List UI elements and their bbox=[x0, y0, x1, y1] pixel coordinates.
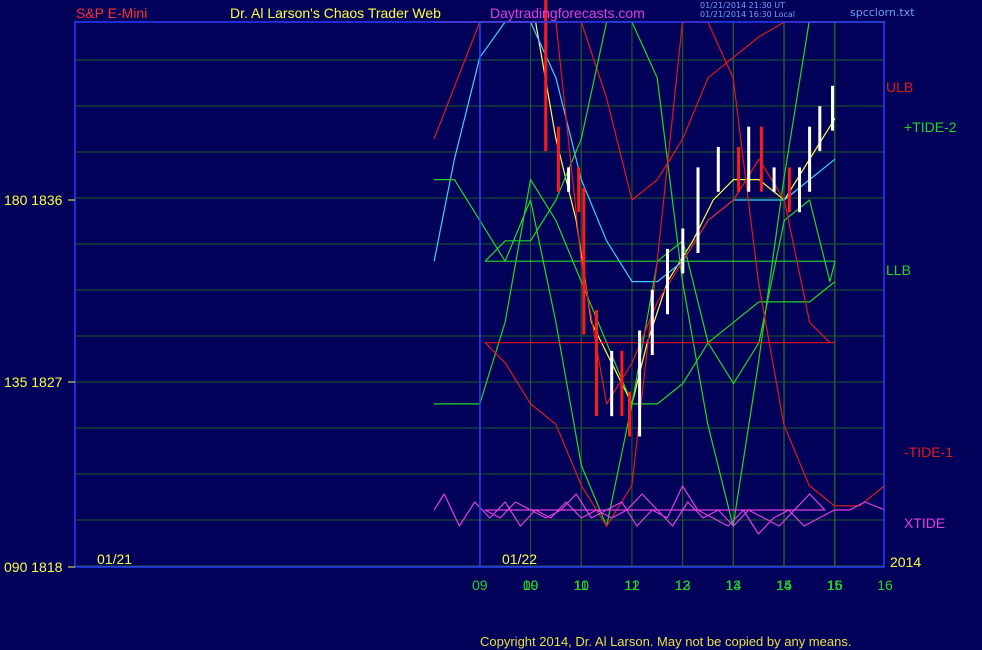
bottom-axis: 09 10 11 12 13 14 15 1609 10 11 12 13 14 15 1601/21 01/… bbox=[97, 551, 921, 593]
plot-frame bbox=[74, 21, 885, 568]
session-date-label: 01/21 bbox=[97, 551, 132, 567]
x-tick-label: 15 bbox=[827, 577, 843, 593]
series-line-xtide bbox=[433, 485, 886, 535]
right-label: LLB bbox=[886, 262, 911, 278]
timestamp-ut: 01/21/2014 21:30 UT bbox=[700, 1, 785, 10]
series-line-llb bbox=[434, 179, 836, 405]
right-label: XTIDE bbox=[904, 515, 945, 531]
right-label: -TIDE-1 bbox=[904, 444, 953, 460]
series-line-fast-average bbox=[434, 21, 836, 405]
x-tick-label: 11 bbox=[625, 577, 640, 593]
year-label: 2014 bbox=[890, 554, 921, 570]
series-layer bbox=[433, 21, 886, 535]
timestamp-local: 01/21/2014 16:30 Local bbox=[700, 10, 795, 19]
left-axis: 180 1836 135 1827 090 1818 bbox=[4, 192, 75, 575]
data-file-name: spcclorn.txt bbox=[850, 6, 915, 19]
site-url: Daytradingforecasts.com bbox=[490, 5, 645, 21]
x-tick-label: 09 bbox=[472, 577, 488, 593]
symbol-label: S&P E-Mini bbox=[76, 5, 147, 21]
copyright-notice: Copyright 2014, Dr. Al Larson. May not b… bbox=[480, 634, 852, 649]
x-tick-label: 12 bbox=[675, 577, 691, 593]
x-tick-label: 13 bbox=[725, 577, 741, 593]
right-labels: ULB +TIDE-2 LLB -TIDE-1 XTIDE bbox=[886, 79, 957, 531]
y-tick-label: 135 1827 bbox=[4, 374, 63, 390]
chart-canvas: S&P E-Mini Dr. Al Larson's Chaos Trader … bbox=[4, 0, 957, 593]
x-tick-label: 09 bbox=[523, 577, 539, 593]
session-date-label: 01/22 bbox=[502, 551, 537, 567]
y-tick-label: 180 1836 bbox=[4, 192, 63, 208]
x-tick-label: 14 bbox=[776, 577, 792, 593]
x-tick-label: 16 bbox=[877, 577, 893, 593]
price-bars bbox=[544, 0, 834, 437]
x-tick-label: 10 bbox=[573, 577, 589, 593]
right-label: ULB bbox=[886, 79, 913, 95]
right-label: +TIDE-2 bbox=[904, 119, 957, 135]
site-title: Dr. Al Larson's Chaos Trader Web bbox=[230, 5, 441, 21]
y-tick-label: 090 1818 bbox=[4, 559, 63, 575]
series-line-tide-2 bbox=[434, 21, 885, 527]
